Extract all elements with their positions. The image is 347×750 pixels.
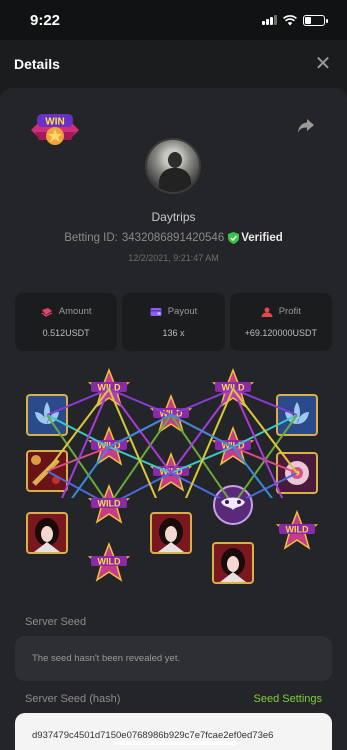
betting-id: 3432086891420546 [121, 232, 225, 244]
svg-text:WILD: WILD [222, 441, 245, 451]
close-icon[interactable]: ✕ [313, 54, 333, 74]
wild-symbol-icon: WILD [150, 394, 192, 434]
fan-symbol-icon [26, 450, 68, 492]
seed-settings-link[interactable]: Seed Settings [254, 693, 323, 705]
svg-text:WILD: WILD [160, 467, 183, 477]
win-badge-text: WIN [45, 117, 64, 128]
svg-text:WILD: WILD [98, 557, 121, 567]
betting-id-row: Betting ID: 3432086891420546 Verified [0, 232, 347, 244]
verified-shield-icon [228, 232, 240, 244]
svg-text:WILD: WILD [160, 409, 183, 419]
wild-symbol-icon: WILD [212, 368, 254, 408]
slot-result-grid: WILD WILD WILD WILD WILD WILD WILD WILD … [24, 298, 324, 584]
bet-datetime: 12/2/2021, 9:21:47 AM [128, 253, 219, 263]
svg-text:WILD: WILD [222, 383, 245, 393]
betting-id-label: Betting ID: [64, 232, 118, 244]
wild-symbol-icon: WILD [212, 426, 254, 466]
verified-label: Verified [241, 232, 283, 244]
svg-text:WILD: WILD [286, 525, 309, 535]
page-title: Details [14, 56, 60, 72]
svg-text:WILD: WILD [98, 499, 121, 509]
wild-symbol-icon: WILD [150, 452, 192, 492]
battery-icon [303, 14, 328, 26]
peony-symbol-icon [276, 452, 318, 494]
mask-symbol-icon [213, 485, 253, 525]
wild-symbol-icon: WILD [88, 426, 130, 466]
svg-text:WILD: WILD [98, 383, 121, 393]
status-icons [262, 14, 328, 26]
status-bar: 9:22 [0, 0, 347, 40]
home-indicator[interactable] [113, 741, 237, 745]
signal-icon [262, 15, 277, 25]
server-seed-field: The seed hasn't been revealed yet. [15, 636, 332, 681]
status-time: 9:22 [30, 11, 61, 29]
details-header: Details ✕ [0, 40, 347, 88]
geisha-symbol-icon [26, 512, 68, 554]
wild-symbol-icon: WILD [88, 368, 130, 408]
lotus-symbol-icon [276, 394, 318, 436]
wifi-icon [283, 14, 297, 25]
wild-symbol-icon: WILD [276, 510, 318, 550]
server-seed-label: Server Seed [25, 616, 87, 628]
wild-symbol-icon: WILD [88, 542, 130, 582]
share-icon[interactable] [297, 118, 315, 134]
svg-text:WILD: WILD [98, 441, 121, 451]
verified-badge: Verified [228, 232, 283, 244]
lotus-symbol-icon [26, 394, 68, 436]
avatar [145, 138, 201, 194]
geisha-symbol-icon [212, 542, 254, 584]
server-seed-hash-label: Server Seed (hash) [25, 693, 121, 705]
win-badge-icon: WIN [31, 114, 79, 145]
wild-symbol-icon: WILD [88, 484, 130, 524]
username: Daytrips [151, 210, 196, 224]
geisha-symbol-icon [150, 512, 192, 554]
